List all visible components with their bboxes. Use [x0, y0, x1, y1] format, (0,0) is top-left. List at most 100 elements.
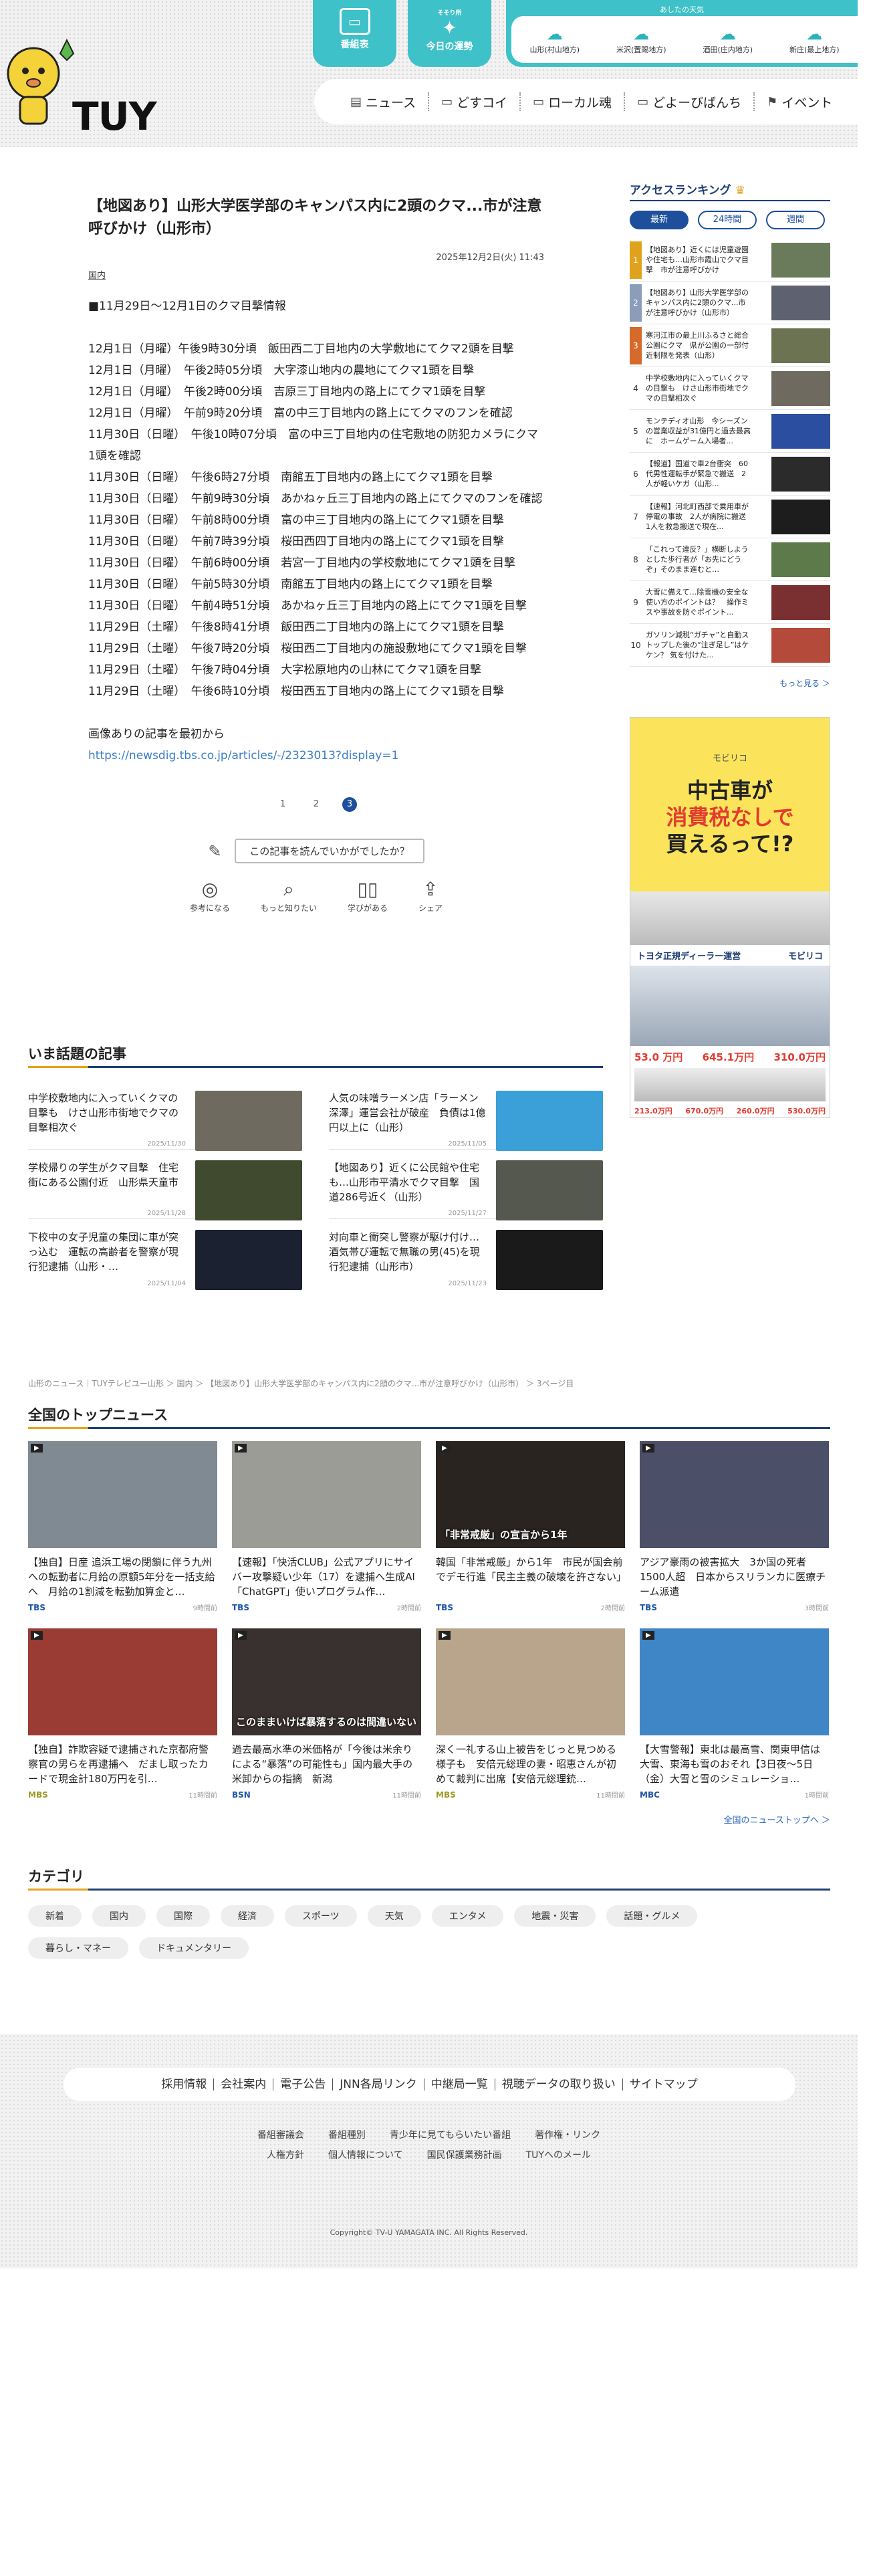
national-time: 2時間前 — [396, 1605, 421, 1612]
footer-sub-link[interactable]: 著作権・リンク — [535, 2128, 600, 2141]
footer-link[interactable]: サイトマップ — [623, 2078, 705, 2090]
weather-item-shinjo[interactable]: ☁ 新庄(最上地方) — [789, 24, 840, 55]
national-item[interactable]: ▶ このままいけば暴落するのは間違いない 過去最高水準の米価格が「今後は米余りによる… — [232, 1628, 421, 1800]
national-item[interactable]: ▶ 【速報】「快活CLUB」公式アプリにサイバー攻撃疑い少年（17）を逮捕へ生成A… — [232, 1441, 421, 1612]
nav-news[interactable]: ▤ ニュース — [338, 92, 430, 111]
ranking-item[interactable]: 6 【報道】国道で車2台衝突 60代男性運転手が緊急で搬送 2人が軽いケガ（山形.… — [630, 453, 830, 496]
tab-weekly[interactable]: 週間 — [766, 211, 825, 229]
footer-link[interactable]: 中継局一覧 — [424, 2078, 495, 2090]
sighting-line: 11月29日（土曜） 午後6時10分頃 桜田西五丁目地内の路上にてクマ1頭を目撃 — [88, 685, 505, 698]
footer-link[interactable]: 会社案内 — [214, 2078, 274, 2090]
category-tag[interactable]: スポーツ — [285, 1905, 357, 1927]
national-grid: ▶ 【独自】日産 追浜工場の閉鎖に伴う九州への転勤者に月給の原額5年分を一括支給へ… — [28, 1441, 830, 1800]
advertisement[interactable]: モビリコ 中古車が 消費税なしで 買えるって!? トヨタ正規ディーラー運営 モビリ… — [630, 717, 830, 1118]
footer-sub-link[interactable]: 番組種別 — [328, 2128, 366, 2141]
footer-sub-link[interactable]: 個人情報について — [328, 2148, 403, 2161]
category-tag[interactable]: 地震・災害 — [514, 1905, 596, 1927]
site-header: TUY ▭ 番組表 そそり所 ✦ 今日の運勢 あしたの天気 ☁ 山形(村山地方) … — [0, 0, 858, 147]
popular-item[interactable]: 学校帰りの学生がクマ目撃 住宅街にある公園付近 山形県天童市 2025/11/28 — [28, 1150, 302, 1220]
ranking-tabs: 最新 24時間 週間 — [630, 211, 830, 229]
category-tag[interactable]: 国際 — [156, 1905, 210, 1927]
national-item[interactable]: ▶ アジア豪雨の被害拡大 3か国の死者1500人超 日本からスリランカに医療チーム… — [640, 1441, 829, 1612]
mascot-icon — [7, 38, 75, 125]
reaction-know-more[interactable]: ⌕ もっと知りたい — [261, 878, 317, 914]
ranking-item[interactable]: 8 「これって違反？」横断しようとした歩行者が「お先にどうぞ」そのまま進むと… — [630, 538, 830, 581]
category-tag[interactable]: 新着 — [28, 1905, 82, 1927]
category-tag[interactable]: 天気 — [367, 1905, 421, 1927]
ranking-item[interactable]: 3 寒河江市の最上川ふるさと総合公園にクマ 県が公園の一部付近制限を発表（山形） — [630, 324, 830, 367]
footer-link[interactable]: 視聴データの取り扱い — [495, 2078, 623, 2090]
fortune-button[interactable]: そそり所 ✦ 今日の運勢 — [408, 0, 491, 67]
rank-number: 1 — [630, 241, 642, 279]
national-time: 11時間前 — [392, 1792, 421, 1800]
category-tag[interactable]: エンタメ — [431, 1905, 504, 1927]
popular-item[interactable]: 下校中の女子児童の集団に車が突っ込む 運転の高齢者を警察が現行犯逮捕（山形・… 2… — [28, 1219, 302, 1290]
reaction-learn[interactable]: ▯▯ 学びがある — [348, 878, 388, 914]
weather-item-yamagata[interactable]: ☁ 山形(村山地方) — [529, 24, 580, 55]
national-item[interactable]: ▶ 深く一礼する山上被告をじっと見つめる様子も 安倍元総理の妻・昭恵さんが初めて裁… — [436, 1628, 625, 1800]
sighting-line: 12月1日（月曜） 午前9時20分頃 富の中三丁目地内の路上にてクマのフンを確認 — [88, 407, 513, 420]
tv-icon: ▭ — [339, 8, 370, 35]
popular-item[interactable]: 対向車と衝突し警察が駆け付け…酒気帯び運転で無職の男(45)を現行犯逮捕（山形市… — [329, 1219, 603, 1290]
national-more-link[interactable]: 全国のニューストップへ ＞ — [28, 1813, 830, 1826]
ranking-item[interactable]: 7 【速報】河北町西部で乗用車が停電の事故 2人が病院に搬送 1人を救急搬送で現在… — [630, 496, 830, 538]
tab-24h[interactable]: 24時間 — [698, 211, 757, 229]
footer-link[interactable]: 採用情報 — [154, 2078, 215, 2090]
category-tag[interactable]: 国内 — [92, 1905, 146, 1927]
ranking-item[interactable]: 5 モンテディオ山形 今シーズンの営業収益が31億円と過去最高に ホームゲーム入場… — [630, 410, 830, 453]
page-3-current[interactable]: 3 — [342, 797, 357, 812]
popular-item[interactable]: 【地図あり】近くに公民館や住宅も…山形市平清水でクマ目撃 国道286号近く（山形… — [329, 1150, 603, 1220]
popular-thumbnail — [195, 1160, 302, 1220]
reaction-share[interactable]: ⇪ シェア — [418, 878, 443, 914]
popular-grid: 中学校敷地内に入っていくクマの目撃も けさ山形市街地でクマの目撃相次ぐ 2025/… — [28, 1080, 603, 1290]
footer-sub-link[interactable]: TUYへのメール — [526, 2148, 591, 2161]
nav-doyobi[interactable]: ▭ どよーびばんち — [625, 92, 755, 111]
global-nav: ▤ ニュース ▭ どすコイ ▭ ローカル魂 ▭ どよーびばんち ⚑ イベント — [314, 79, 858, 124]
weather-item-sakata[interactable]: ☁ 酒田(庄内地方) — [703, 24, 753, 55]
rank-title: 大雪に備えて…除雪機の安全な使い方のポイントは？ 操作ミスや事故を防ぐポイント.… — [646, 588, 749, 617]
national-title: 【速報】「快活CLUB」公式アプリにサイバー攻撃疑い少年（17）を逮捕へ生成AI… — [232, 1556, 415, 1598]
footer-link[interactable]: JNN各局リンク — [333, 2078, 424, 2090]
category-tag[interactable]: ドキュメンタリー — [139, 1937, 249, 1959]
article-category-link[interactable]: 国内 — [88, 268, 106, 281]
footer-sub-link[interactable]: 番組審議会 — [257, 2128, 304, 2141]
popular-thumbnail — [195, 1091, 302, 1151]
weather-item-yonezawa[interactable]: ☁ 米沢(置賜地方) — [616, 24, 666, 55]
nav-dosukoi[interactable]: ▭ どすコイ — [429, 92, 521, 111]
nav-label: イベント — [781, 95, 833, 110]
national-item[interactable]: ▶ 【独自】詐欺容疑で逮捕された京都府警察官の男らを再逮捕へ だまし取ったカードで… — [28, 1628, 217, 1800]
category-tag[interactable]: 経済 — [221, 1905, 274, 1927]
nav-event[interactable]: ⚑ イベント — [755, 92, 844, 111]
category-heading: カテゴリ — [28, 1866, 830, 1891]
popular-title: 対向車と衝突し警察が駆け付け…酒気帯び運転で無職の男(45)を現行犯逮捕（山形市… — [329, 1231, 480, 1273]
footer-sub-link[interactable]: 人権方針 — [267, 2148, 304, 2161]
weather-area-label: 米沢(置賜地方) — [616, 45, 666, 54]
national-item[interactable]: ▶ 「非常戒厳」の宣言から1年 韓国「非常戒厳」から1年 市民が国会前でデモ行進「民… — [436, 1441, 625, 1612]
weather-panel: あしたの天気 ☁ 山形(村山地方) ☁ 米沢(置賜地方) ☁ 酒田(庄内地方) ☁ 新庄… — [506, 0, 858, 67]
page-1[interactable]: 1 — [275, 797, 290, 812]
ranking-more-link[interactable]: もっと見る ＞ — [630, 677, 830, 689]
footer-link[interactable]: 電子公告 — [273, 2078, 334, 2090]
source-link[interactable]: https://newsdig.tbs.co.jp/articles/-/232… — [88, 749, 398, 762]
breadcrumb[interactable]: 山形のニュース｜TUYテレビユー山形 ＞ 国内 ＞ 【地図あり】山形大学医学部の… — [28, 1378, 603, 1389]
popular-item[interactable]: 中学校敷地内に入っていくクマの目撃も けさ山形市街地でクマの目撃相次ぐ 2025/… — [28, 1080, 302, 1151]
footer-sub-link[interactable]: 国民保護業務計画 — [427, 2148, 502, 2161]
ranking-item[interactable]: 4 中学校敷地内に入っていくクマの目撃も けさ山形市街地でクマの目撃相次ぐ — [630, 367, 830, 410]
ranking-item[interactable]: 1 【地図あり】近くには児童遊園や住宅も…山形市霞山でクマ目撃 市が注意呼びかけ — [630, 239, 830, 282]
footer-sub-link[interactable]: 青少年に見てもらいたい番組 — [390, 2128, 511, 2141]
category-tag[interactable]: 話題・グルメ — [606, 1905, 698, 1927]
page-2[interactable]: 2 — [309, 797, 324, 812]
nav-local[interactable]: ▭ ローカル魂 — [521, 92, 626, 111]
category-tag[interactable]: 暮らし・マネー — [28, 1937, 128, 1959]
tab-latest[interactable]: 最新 — [630, 211, 689, 229]
ranking-item[interactable]: 10 ガソリン減税“ガチャ”と自動ストップした後の“注ぎ足し”はケケン？ 気を付け… — [630, 624, 830, 667]
site-logo[interactable]: TUY — [0, 33, 187, 139]
rank-thumbnail — [771, 542, 830, 577]
ranking-item[interactable]: 2 【地図あり】山形大学医学部のキャンパス内に2頭のクマ...市が注意呼びかけ（山… — [630, 282, 830, 324]
ranking-item[interactable]: 9 大雪に備えて…除雪機の安全な使い方のポイントは？ 操作ミスや事故を防ぐポイント… — [630, 581, 830, 624]
program-guide-button[interactable]: ▭ 番組表 — [313, 0, 396, 67]
popular-item[interactable]: 人気の味噌ラーメン店「ラーメン深澤」運営会社が破産 負債は1億円以上に（山形） 2… — [329, 1080, 603, 1151]
national-item[interactable]: ▶ 【独自】日産 追浜工場の閉鎖に伴う九州への転勤者に月給の原額5年分を一括支給へ… — [28, 1441, 217, 1612]
national-item[interactable]: ▶ 【大雪警報】東北は最高雪、関東甲信は大雪、東海も雪のおそれ【3日夜〜5日（金）… — [640, 1628, 829, 1800]
reaction-helpful[interactable]: ◎ 参考になる — [190, 878, 230, 914]
